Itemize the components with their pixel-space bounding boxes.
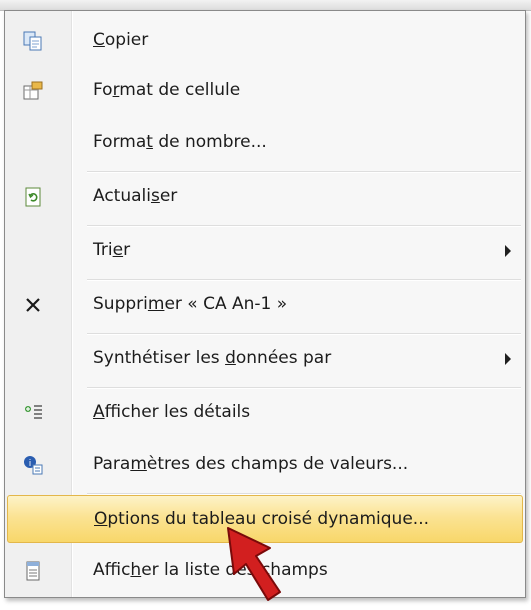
menu-item-label: Format de cellule bbox=[93, 80, 241, 100]
menu-item-format-cellule[interactable]: Format de cellule bbox=[7, 67, 523, 115]
menu-item-afficher-details[interactable]: Afficher les détails bbox=[7, 389, 523, 437]
context-menu: Copier Format de cellule Format de nombr… bbox=[4, 10, 526, 598]
menu-item-trier[interactable]: Trier bbox=[7, 227, 523, 275]
menu-item-label: Afficher les détails bbox=[93, 402, 251, 422]
menu-item-supprimer[interactable]: Supprimer « CA An-1 » bbox=[7, 281, 523, 329]
red-arrow-cursor-icon bbox=[226, 526, 296, 610]
copy-icon bbox=[21, 29, 45, 53]
show-details-icon bbox=[21, 401, 45, 425]
field-settings-icon: i bbox=[21, 453, 45, 477]
submenu-arrow-icon bbox=[505, 353, 511, 365]
format-cells-icon bbox=[21, 79, 45, 103]
menu-item-synthetiser[interactable]: Synthétiser les données par bbox=[7, 335, 523, 383]
delete-icon bbox=[21, 293, 45, 317]
field-list-icon bbox=[21, 559, 45, 583]
menu-item-parametres-champs[interactable]: i Paramètres des champs de valeurs... bbox=[7, 441, 523, 489]
menu-item-actualiser[interactable]: Actualiser bbox=[7, 173, 523, 221]
menu-item-label: Synthétiser les données par bbox=[93, 348, 332, 368]
submenu-arrow-icon bbox=[505, 245, 511, 257]
svg-text:i: i bbox=[29, 459, 32, 469]
menu-item-format-nombre[interactable]: Format de nombre... bbox=[7, 119, 523, 167]
menu-item-label: Format de nombre... bbox=[93, 132, 267, 152]
menu-item-label: Paramètres des champs de valeurs... bbox=[93, 454, 409, 474]
menu-item-label: Actualiser bbox=[93, 186, 178, 206]
menu-item-label: Supprimer « CA An-1 » bbox=[93, 294, 288, 314]
menu-item-label: Trier bbox=[93, 240, 131, 260]
menu-item-label: Copier bbox=[93, 30, 149, 50]
menu-item-copier[interactable]: Copier bbox=[7, 17, 523, 65]
refresh-icon bbox=[21, 185, 45, 209]
